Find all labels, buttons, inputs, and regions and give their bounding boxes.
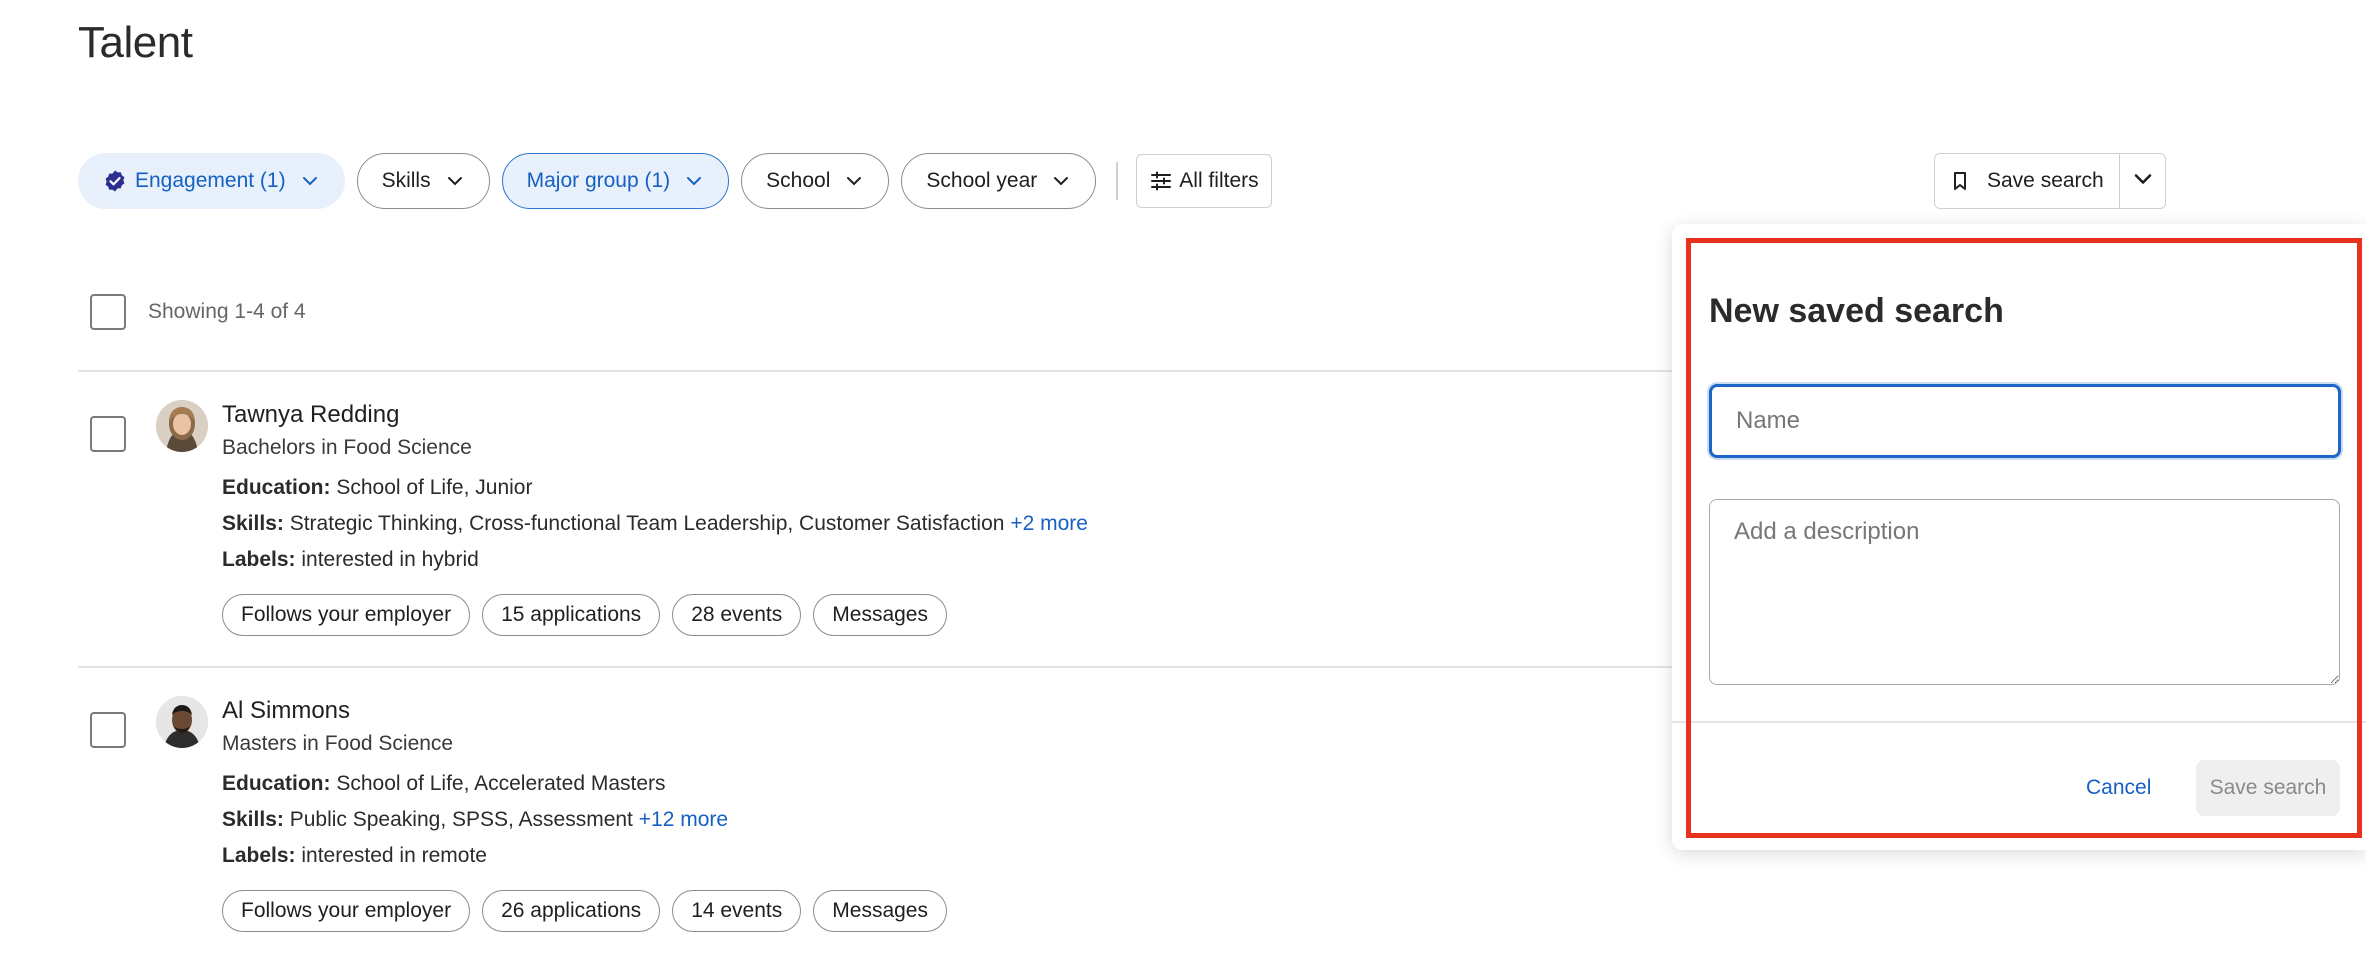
labels-line: Labels: interested in remote: [222, 842, 959, 870]
education-line: Education: School of Life, Junior: [222, 474, 1088, 502]
follows-employer-tag[interactable]: Follows your employer: [222, 594, 471, 636]
applications-tag[interactable]: 26 applications: [482, 890, 661, 932]
chevron-down-icon: [300, 171, 320, 191]
school-filter[interactable]: School: [741, 153, 890, 209]
skills-line: Skills: Strategic Thinking, Cross-functi…: [222, 510, 1088, 538]
school-year-filter[interactable]: School year: [901, 153, 1097, 209]
events-tag[interactable]: 28 events: [672, 594, 802, 636]
skills-label: Skills:: [222, 512, 284, 535]
chevron-down-icon: [2131, 167, 2155, 196]
candidate-degree: Bachelors in Food Science: [222, 436, 472, 459]
major-group-filter[interactable]: Major group (1): [501, 153, 730, 209]
education-value: School of Life, Accelerated Masters: [336, 772, 666, 795]
skills-line: Skills: Public Speaking, SPSS, Assessmen…: [222, 806, 959, 834]
list-header: Showing 1-4 of 4: [78, 294, 306, 330]
education-value: School of Life, Junior: [336, 476, 533, 499]
engagement-filter[interactable]: Engagement (1): [78, 153, 345, 209]
verified-badge-icon: [103, 169, 127, 193]
follows-employer-tag[interactable]: Follows your employer: [222, 890, 471, 932]
skills-more-link[interactable]: +2 more: [1010, 512, 1088, 535]
save-search-label: Save search: [1987, 169, 2104, 192]
candidate-tags: Follows your employer 15 applications 28…: [222, 594, 1088, 636]
education-label: Education:: [222, 476, 331, 499]
save-search-dropdown[interactable]: [2119, 154, 2165, 208]
candidate-info: Tawnya Redding Bachelors in Food Science…: [222, 400, 1088, 636]
labels-line: Labels: interested in hybrid: [222, 546, 1088, 574]
school-filter-label: School: [766, 169, 831, 192]
talent-page: Talent Engagement (1) Skills Major group…: [0, 0, 2366, 958]
bookmark-icon: [1949, 170, 1971, 192]
chevron-down-icon: [844, 171, 864, 191]
all-filters-button[interactable]: All filters: [1136, 154, 1272, 208]
filter-divider: [1116, 162, 1119, 200]
popover-divider: [1672, 721, 2366, 723]
skills-more-link[interactable]: +12 more: [639, 808, 728, 831]
chevron-down-icon: [1051, 171, 1071, 191]
sliders-icon: [1149, 169, 1173, 193]
all-filters-label: All filters: [1179, 169, 1259, 192]
school-year-filter-label: School year: [926, 169, 1038, 192]
engagement-filter-label: Engagement (1): [135, 169, 286, 192]
skills-value: Public Speaking, SPSS, Assessment: [289, 808, 633, 831]
candidate-tags: Follows your employer 26 applications 14…: [222, 890, 959, 932]
candidate-info: Al Simmons Masters in Food Science Educa…: [222, 696, 959, 932]
save-search-split-button: Save search: [1934, 153, 2166, 209]
labels-value: interested in hybrid: [301, 548, 479, 571]
applications-tag[interactable]: 15 applications: [482, 594, 661, 636]
labels-label: Labels:: [222, 548, 296, 571]
chevron-down-icon: [684, 171, 704, 191]
search-description-input[interactable]: [1709, 499, 2340, 685]
skills-filter[interactable]: Skills: [356, 153, 490, 209]
save-search-submit-button[interactable]: Save search: [2196, 760, 2340, 816]
search-name-input[interactable]: [1709, 384, 2341, 458]
education-line: Education: School of Life, Accelerated M…: [222, 770, 959, 798]
labels-label: Labels:: [222, 844, 296, 867]
filter-bar: Engagement (1) Skills Major group (1) Sc…: [78, 153, 1272, 209]
skills-label: Skills:: [222, 808, 284, 831]
candidate-name[interactable]: Al Simmons: [222, 696, 959, 726]
save-search-button[interactable]: Save search: [1935, 154, 2119, 208]
avatar[interactable]: [156, 400, 208, 452]
chevron-down-icon: [445, 171, 465, 191]
page-title: Talent: [78, 18, 193, 67]
divider: [78, 370, 1672, 372]
select-all-checkbox[interactable]: [90, 294, 126, 330]
divider: [78, 666, 1672, 668]
cancel-button[interactable]: Cancel: [2070, 762, 2167, 814]
messages-tag[interactable]: Messages: [813, 890, 947, 932]
popover-title: New saved search: [1709, 292, 2004, 330]
avatar[interactable]: [156, 696, 208, 748]
candidate-degree: Masters in Food Science: [222, 732, 454, 755]
results-count: Showing 1-4 of 4: [148, 300, 306, 323]
messages-tag[interactable]: Messages: [813, 594, 947, 636]
skills-value: Strategic Thinking, Cross-functional Tea…: [289, 512, 1005, 535]
education-label: Education:: [222, 772, 331, 795]
major-group-filter-label: Major group (1): [526, 169, 671, 192]
row-checkbox[interactable]: [90, 416, 126, 452]
events-tag[interactable]: 14 events: [672, 890, 802, 932]
skills-filter-label: Skills: [381, 169, 431, 192]
row-checkbox[interactable]: [90, 712, 126, 748]
labels-value: interested in remote: [301, 844, 487, 867]
candidate-name[interactable]: Tawnya Redding: [222, 400, 1088, 430]
